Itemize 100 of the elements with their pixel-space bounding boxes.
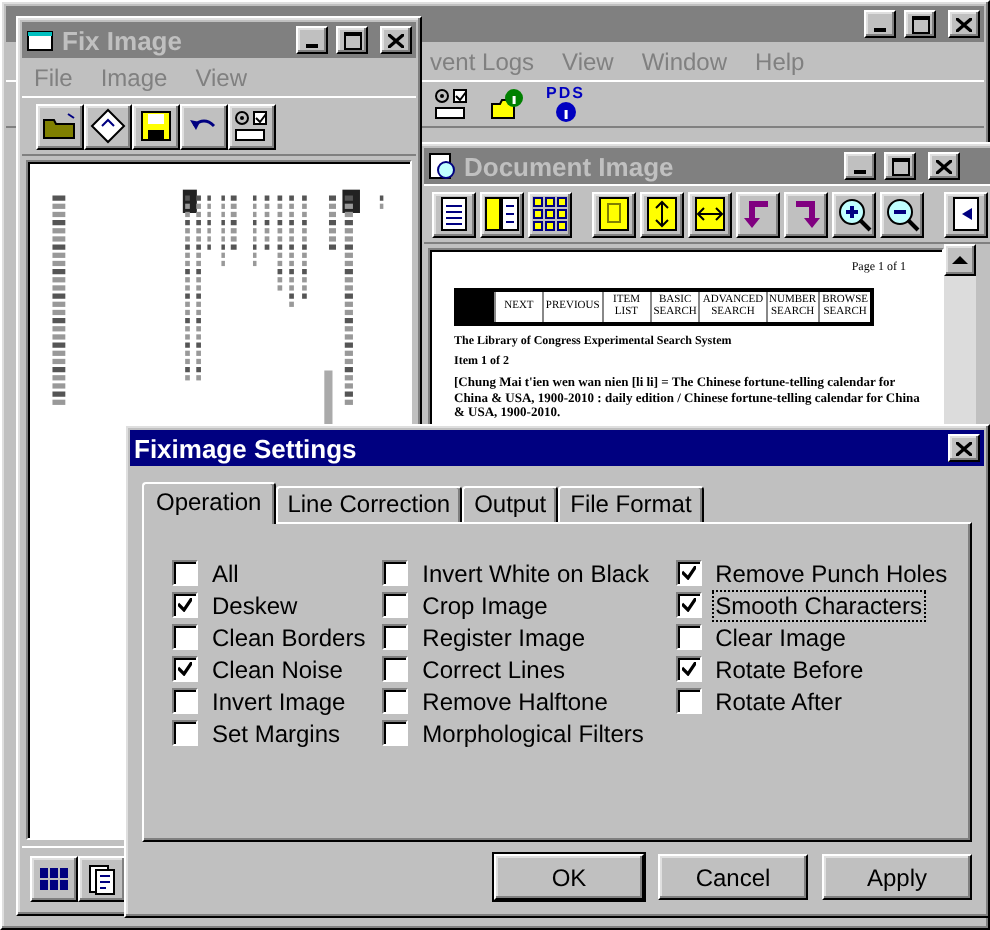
undo-button[interactable]	[180, 103, 228, 149]
open-button[interactable]	[36, 103, 84, 149]
maximize-icon	[911, 15, 929, 33]
checkbox[interactable]	[382, 720, 409, 746]
checkbox[interactable]	[382, 624, 409, 650]
close-button[interactable]	[928, 152, 960, 180]
checkbox-label[interactable]: Invert White on Black	[420, 559, 652, 587]
diamond-tag-icon	[90, 108, 126, 144]
checkbox-label[interactable]: Rotate Before	[713, 655, 866, 683]
scroll-up-button[interactable]	[944, 244, 976, 276]
checkbox[interactable]	[172, 560, 198, 586]
tab[interactable]: File Format	[558, 486, 704, 522]
page-view-button[interactable]	[78, 856, 126, 902]
tag-button[interactable]	[84, 103, 132, 149]
grid-view-button[interactable]	[30, 856, 78, 902]
checkbox[interactable]	[172, 592, 198, 618]
checkbox[interactable]	[382, 560, 409, 586]
checkbox-label[interactable]: Remove Halftone	[420, 687, 610, 715]
checkbox-label[interactable]: Set Margins	[210, 719, 343, 747]
checkbox-label[interactable]: Clean Borders	[210, 623, 368, 651]
maximize-button[interactable]	[336, 26, 368, 54]
maximize-icon	[891, 157, 909, 175]
checkmark-icon	[178, 662, 192, 676]
fit-width-icon	[692, 196, 728, 232]
document-icon	[88, 863, 116, 895]
checkbox-label[interactable]: Clean Noise	[210, 655, 345, 683]
checkbox[interactable]	[172, 656, 198, 682]
document-magnifier-icon	[428, 152, 456, 180]
dialog-button[interactable]: Cancel	[658, 854, 808, 900]
close-icon	[956, 441, 972, 455]
checkbox[interactable]	[172, 720, 198, 746]
toolbar-button[interactable]	[640, 191, 684, 237]
close-button[interactable]	[380, 26, 412, 54]
grid-icon	[40, 867, 68, 891]
options-icon	[234, 110, 270, 142]
checkbox[interactable]	[675, 592, 702, 618]
checkbox[interactable]	[382, 592, 409, 618]
checkbox-label[interactable]: Crop Image	[420, 591, 550, 619]
checkbox[interactable]	[675, 656, 702, 682]
checkbox-label[interactable]: Register Image	[420, 623, 588, 651]
two-page-icon	[484, 196, 520, 232]
close-icon	[936, 159, 952, 173]
checkbox[interactable]	[675, 624, 702, 650]
tab[interactable]: Output	[462, 486, 559, 522]
dialog-button[interactable]: OK	[494, 854, 644, 900]
folder-info-icon	[490, 88, 526, 120]
zoom-out-icon	[884, 196, 920, 232]
checkbox[interactable]	[675, 688, 702, 714]
checkbox-label[interactable]: Clear Image	[713, 623, 848, 651]
tab[interactable]: Line Correction	[275, 486, 463, 522]
toolbar-button[interactable]	[688, 191, 732, 237]
minimize-button[interactable]	[844, 152, 876, 180]
close-icon	[956, 17, 972, 31]
checkbox-label[interactable]: Correct Lines	[420, 655, 568, 683]
window-icon	[26, 28, 54, 52]
options-button[interactable]	[228, 103, 276, 149]
tab[interactable]: Operation	[142, 482, 276, 524]
toolbar-button[interactable]	[784, 191, 828, 237]
checkbox-label[interactable]: Morphological Filters	[420, 719, 646, 747]
single-page-icon	[436, 196, 472, 232]
save-button[interactable]	[132, 103, 180, 149]
icon-label: PDS	[546, 86, 585, 102]
toolbar-button[interactable]	[736, 191, 780, 237]
toolbar-button[interactable]	[880, 191, 924, 237]
toolbar-button[interactable]	[832, 191, 876, 237]
checkbox-label[interactable]: Smooth Characters	[713, 591, 924, 619]
toolbar-button[interactable]	[480, 191, 524, 237]
checkbox[interactable]	[172, 688, 198, 714]
checkbox-label[interactable]: Remove Punch Holes	[713, 559, 950, 587]
checkbox-label[interactable]: Invert Image	[210, 687, 348, 715]
checkbox[interactable]	[675, 560, 702, 586]
maximize-button[interactable]	[884, 152, 916, 180]
toolbar-button[interactable]	[944, 191, 988, 237]
checkbox[interactable]	[382, 688, 409, 714]
fit-page-icon	[596, 196, 632, 232]
checkbox-label[interactable]: Deskew	[210, 591, 300, 619]
close-icon	[388, 33, 404, 47]
maximize-button[interactable]	[904, 10, 936, 38]
maximize-icon	[343, 31, 361, 49]
minimize-button[interactable]	[296, 26, 328, 54]
dialog-button[interactable]: Apply	[822, 854, 972, 900]
close-button[interactable]	[948, 10, 980, 38]
checkbox[interactable]	[172, 624, 198, 650]
toolbar-button[interactable]	[592, 191, 636, 237]
checkbox-label[interactable]: Rotate After	[713, 687, 844, 715]
window-title: Document Image	[464, 151, 676, 181]
toolbar-button[interactable]	[528, 191, 572, 237]
toolbar-button[interactable]	[432, 191, 476, 237]
zoom-in-icon	[836, 196, 872, 232]
folder-icon	[42, 112, 78, 140]
page-icon	[948, 196, 984, 232]
options-icon	[434, 88, 470, 120]
thumbnail-grid-icon	[532, 196, 568, 232]
checkmark-icon	[681, 662, 696, 676]
checkbox[interactable]	[382, 656, 409, 682]
close-button[interactable]	[948, 434, 980, 462]
checkbox-label[interactable]: All	[210, 559, 241, 587]
minimize-button[interactable]	[864, 10, 896, 38]
window-title: Fiximage Settings	[134, 433, 359, 463]
checkmark-icon	[681, 598, 696, 612]
